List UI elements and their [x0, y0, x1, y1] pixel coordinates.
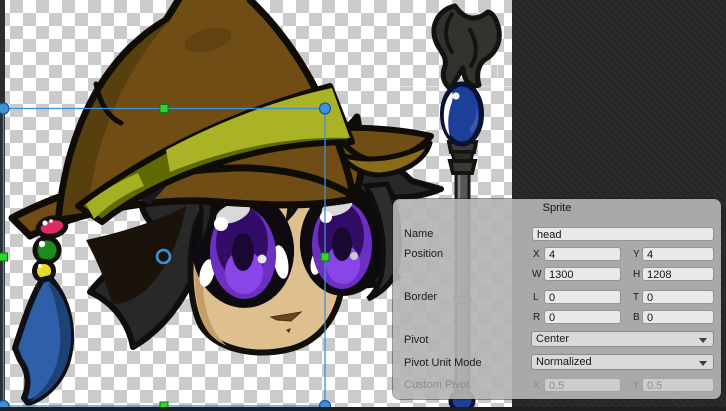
position-label: Position [404, 248, 443, 260]
chevron-down-icon [699, 338, 707, 343]
border-r-field[interactable]: 0 [544, 310, 621, 324]
border-l-prefix: L [533, 292, 539, 303]
custom-pivot-y-field: 0.5 [642, 378, 714, 392]
pos-y-field[interactable]: 4 [642, 247, 714, 261]
border-b-prefix: B [633, 312, 640, 323]
name-field[interactable]: head [532, 227, 714, 241]
orb-highlight-dot [453, 93, 460, 100]
head-sprite[interactable] [12, 0, 441, 403]
window-bottom-bar [0, 407, 726, 411]
selection-handle-right[interactable] [321, 253, 329, 261]
pivot-dropdown[interactable]: Center [531, 331, 714, 347]
pos-x-field[interactable]: 4 [544, 247, 621, 261]
staff-collar-low [450, 161, 475, 173]
panel-title: Sprite [393, 202, 721, 214]
pivot-unit-mode-label: Pivot Unit Mode [404, 357, 482, 369]
selection-handle-top-right[interactable] [320, 103, 331, 114]
border-t-prefix: T [633, 292, 639, 303]
pos-h-prefix: H [633, 269, 640, 280]
pivot-unit-mode-dropdown[interactable]: Normalized [531, 354, 714, 370]
pos-w-field[interactable]: 1300 [544, 267, 621, 281]
pos-x-prefix: X [533, 249, 540, 260]
border-b-field[interactable]: 0 [642, 310, 714, 324]
bead-charm [35, 215, 68, 280]
pivot-dropdown-value: Center [536, 333, 569, 345]
custom-pivot-y-prefix: Y [633, 380, 640, 391]
border-r-prefix: R [533, 312, 540, 323]
pos-h-field[interactable]: 1208 [642, 267, 714, 281]
pivot-label: Pivot [404, 334, 428, 346]
border-l-field[interactable]: 0 [544, 290, 621, 304]
selection-handle-top-left[interactable] [0, 103, 9, 114]
selection-handle-left[interactable] [0, 253, 8, 261]
custom-pivot-x-field: 0.5 [544, 378, 621, 392]
pivot-unit-mode-value: Normalized [536, 356, 592, 368]
staff-tuft [434, 6, 499, 89]
border-label: Border [404, 291, 437, 303]
name-label: Name [404, 228, 433, 240]
selection-handle-top[interactable] [160, 105, 168, 113]
feather-charm [15, 278, 71, 403]
custom-pivot-label: Custom Pivot [404, 379, 469, 391]
sprite-editor-window: Sprite Name head Position X 4 Y 4 W 1300… [0, 0, 726, 411]
pos-w-prefix: W [532, 269, 541, 280]
border-t-field[interactable]: 0 [642, 290, 714, 304]
chevron-down-icon [699, 361, 707, 366]
sprite-inspector-panel: Sprite Name head Position X 4 Y 4 W 1300… [393, 199, 721, 399]
pos-y-prefix: Y [633, 249, 640, 260]
custom-pivot-x-prefix: X [533, 380, 540, 391]
